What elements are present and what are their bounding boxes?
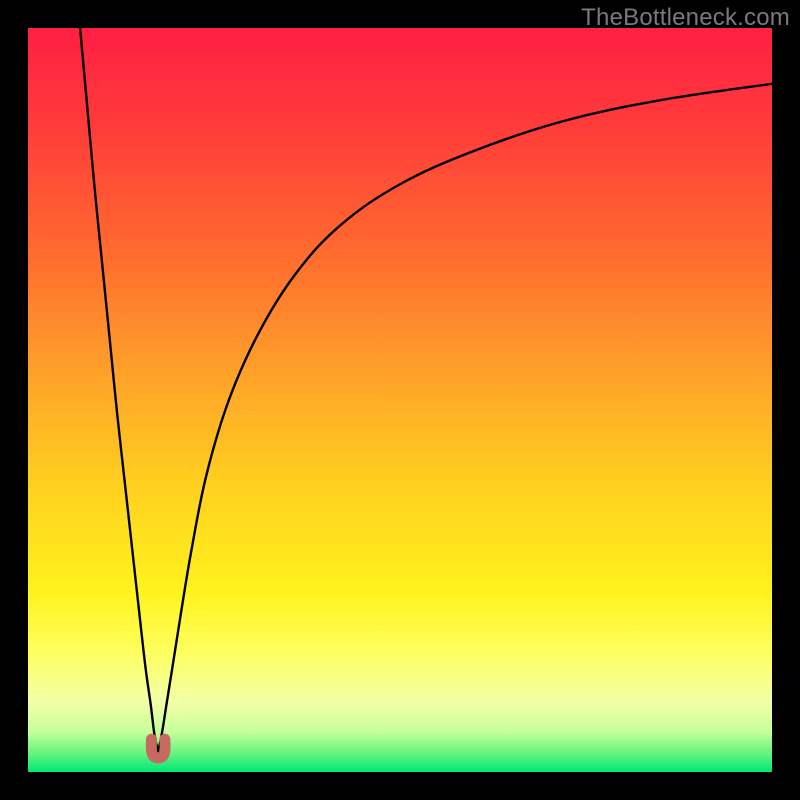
curve-left-branch	[80, 28, 158, 751]
chart-frame: TheBottleneck.com	[0, 0, 800, 800]
bottleneck-curve	[28, 28, 772, 772]
plot-area	[28, 28, 772, 772]
watermark-text: TheBottleneck.com	[581, 4, 790, 32]
curve-right-branch	[158, 84, 772, 751]
